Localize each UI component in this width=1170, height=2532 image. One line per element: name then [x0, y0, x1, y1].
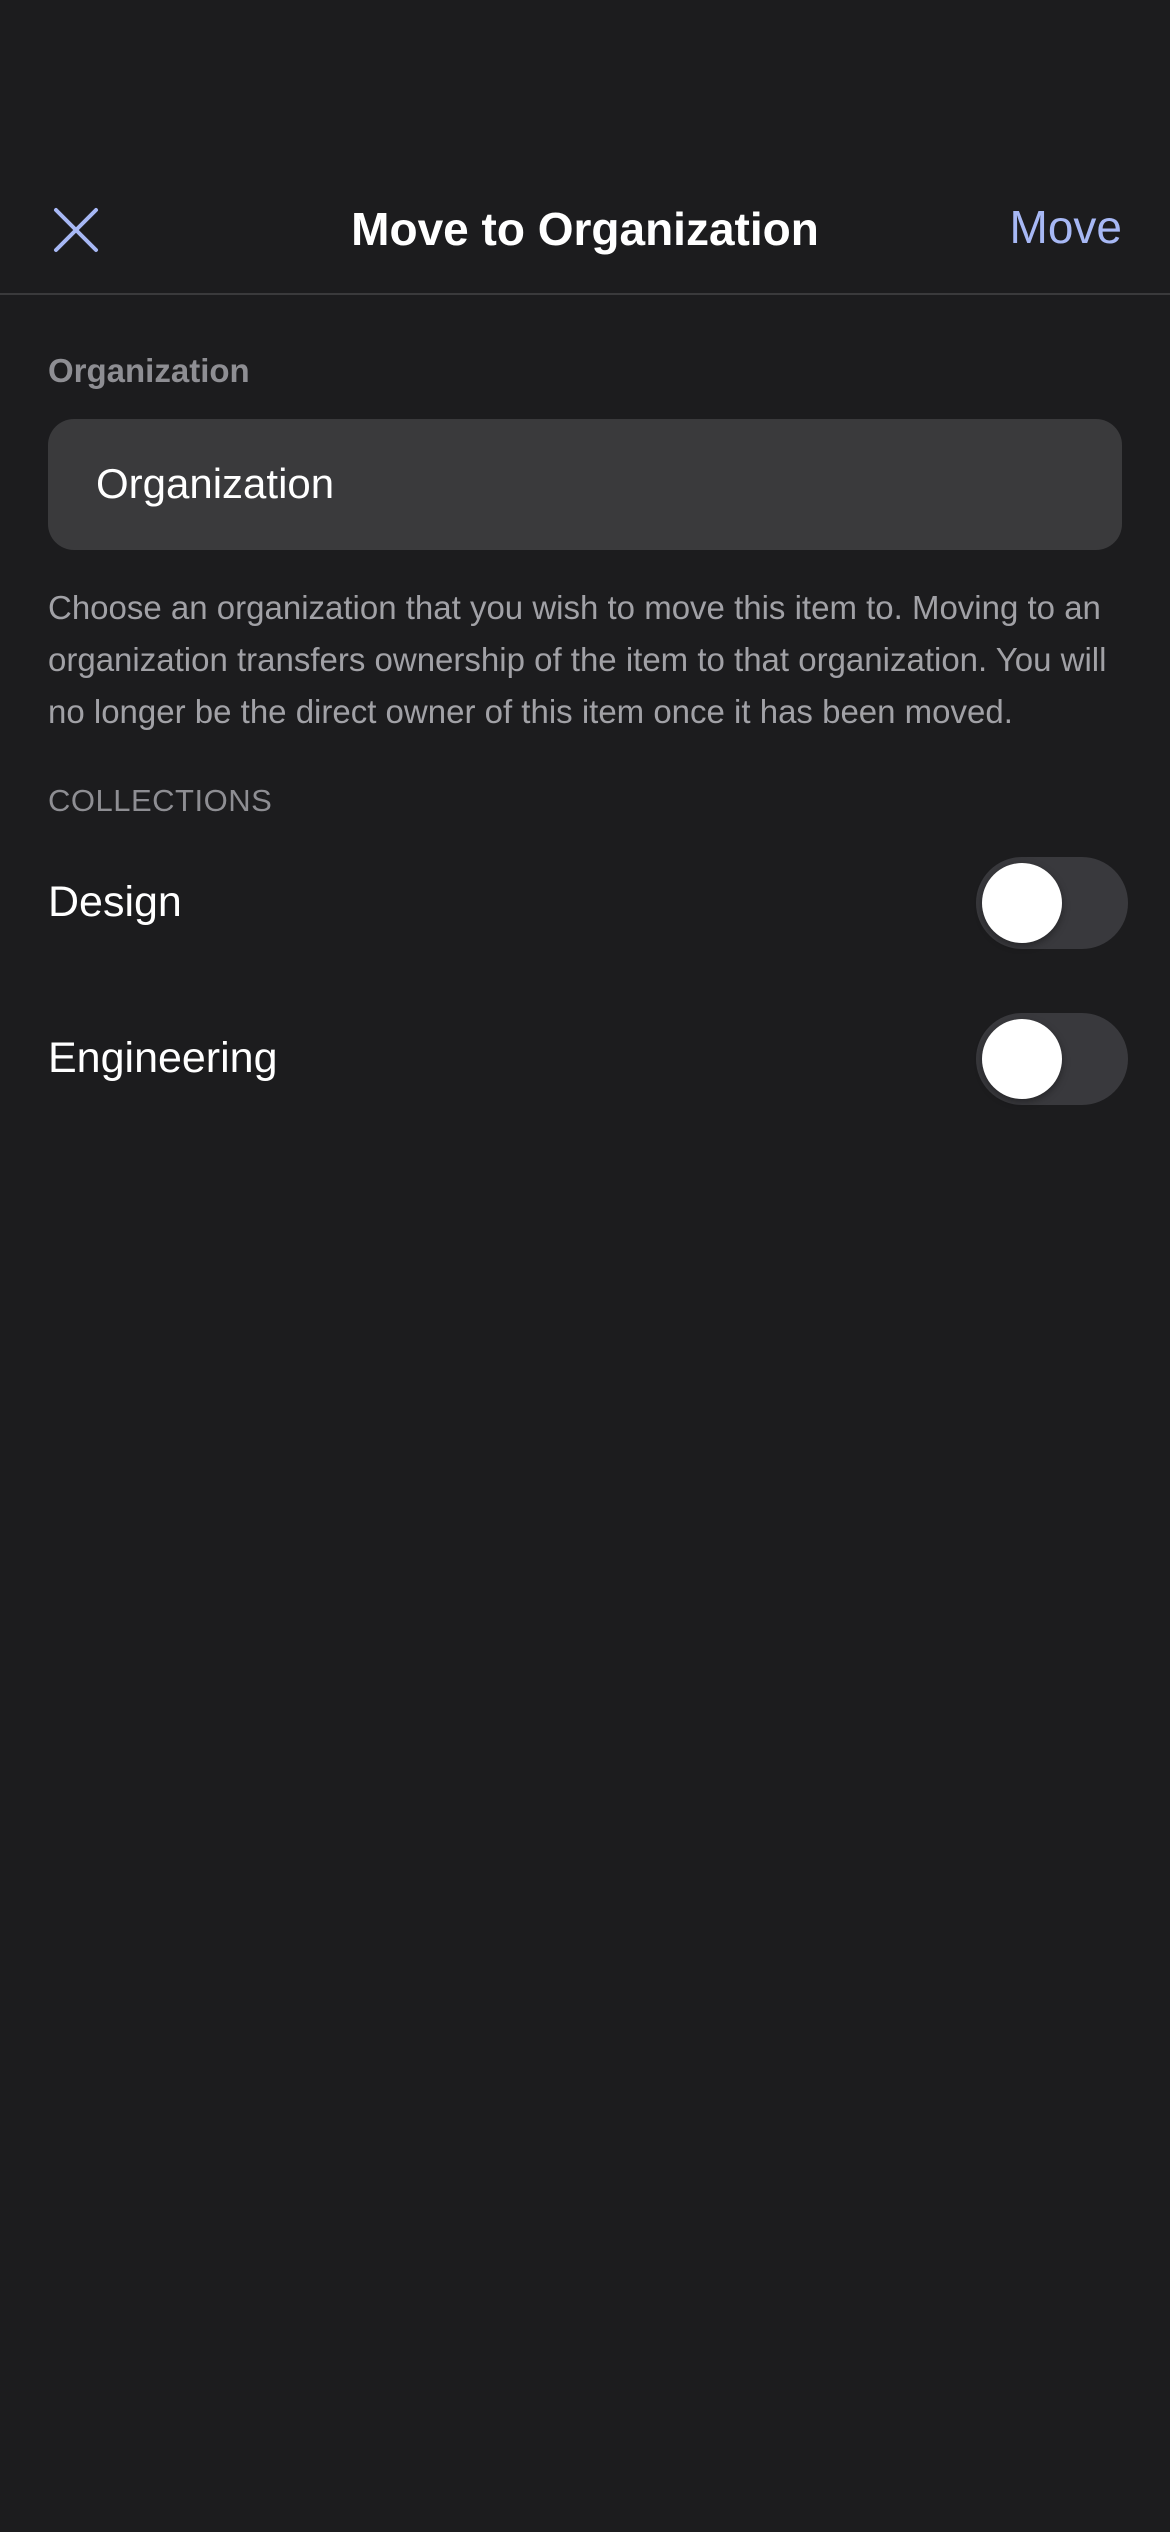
organization-picker-value: Organization — [96, 460, 335, 508]
toggle-knob — [982, 1018, 1062, 1099]
organization-help-text: Choose an organization that you wish to … — [48, 588, 1107, 730]
collections-section-header: COLLECTIONS — [48, 782, 273, 818]
collection-label: Engineering — [48, 1034, 278, 1083]
page-title: Move to Organization — [351, 203, 819, 255]
collection-toggle-engineering[interactable] — [976, 1012, 1128, 1105]
collection-row-engineering: Engineering — [48, 981, 1128, 1137]
move-to-organization-screen: Move to Organization Move Organization O… — [0, 0, 1170, 2532]
organization-picker[interactable]: Organization — [48, 418, 1122, 550]
close-icon[interactable] — [48, 202, 104, 258]
move-button[interactable]: Move — [1010, 200, 1122, 255]
collection-toggle-design[interactable] — [976, 856, 1128, 949]
navigation-bar: Move to Organization Move — [0, 150, 1170, 295]
main-content: Organization Organization Choose an orga… — [0, 351, 1170, 1137]
collection-row-design: Design — [48, 825, 1128, 981]
collection-label: Design — [48, 878, 182, 927]
status-bar-area — [0, 0, 1170, 150]
organization-field-label: Organization — [48, 352, 250, 389]
toggle-knob — [982, 862, 1062, 943]
